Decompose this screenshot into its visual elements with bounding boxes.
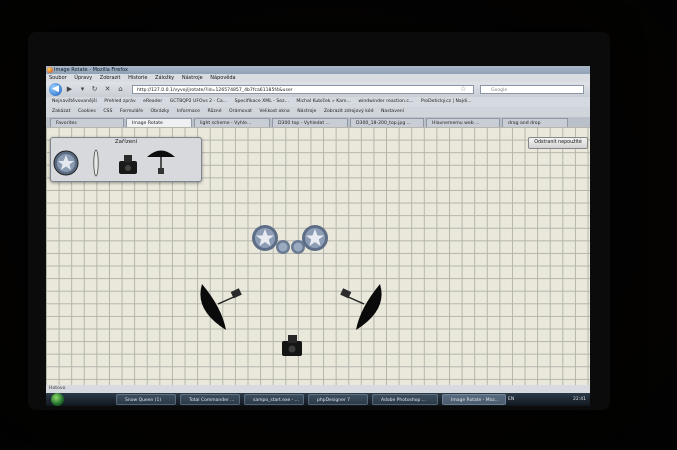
- search-input[interactable]: Google: [480, 85, 584, 94]
- umbrella-right[interactable]: [334, 282, 386, 332]
- windows-start-icon[interactable]: [51, 393, 64, 406]
- taskbar-item[interactable]: Snow Queen (1): [116, 394, 176, 405]
- reload-button[interactable]: ↻: [90, 85, 99, 94]
- bookmark-item[interactable]: Michal Kubíček » Kam...: [296, 99, 350, 104]
- taskbar-item[interactable]: Total Commander ...: [180, 394, 240, 405]
- devtool-item[interactable]: Cookies: [78, 109, 96, 114]
- menu-edit[interactable]: Úpravy: [74, 75, 92, 81]
- home-icon: ⌂: [118, 85, 123, 93]
- devtool-item[interactable]: Různé: [207, 109, 221, 114]
- menu-view[interactable]: Zobrazit: [100, 75, 121, 81]
- devtool-item[interactable]: Zakázat: [52, 109, 70, 114]
- taskbar-item[interactable]: sampo_start.exe - ...: [244, 394, 304, 405]
- address-bar[interactable]: http://127.0.0.1/vyvoj/jrotate/?id=12657…: [132, 85, 474, 94]
- umbrella-left[interactable]: [196, 282, 248, 332]
- browser-window: Image Rotate - Mozilla Firefox Soubor Úp…: [46, 66, 590, 406]
- remove-unused-button[interactable]: Odstranit nepoužité: [528, 137, 588, 149]
- bookmarks-toolbar: Nejnavštěvovanější Přehled zpráv eReader…: [46, 97, 590, 107]
- windows-taskbar: Snow Queen (1) Total Commander ... sampo…: [46, 393, 590, 406]
- navigation-toolbar: ◀ ▶ ▾ ↻ ✕ ⌂ http://127.0.0.1/vyvoj/jrota…: [46, 82, 590, 97]
- tab-web[interactable]: Hlavnememu web ...: [426, 118, 500, 127]
- devtool-item[interactable]: Orámovat: [229, 109, 252, 114]
- panel-title: Zařízení: [114, 139, 138, 145]
- bookmark-item[interactable]: ProDetický.cz | Najdi...: [421, 99, 472, 104]
- firefox-icon: [47, 67, 53, 73]
- status-text: Hotovo: [49, 386, 66, 391]
- bookmark-item[interactable]: Nejnavštěvovanější: [52, 99, 97, 104]
- dropdown-button[interactable]: ▾: [78, 85, 87, 94]
- tab-d300-top[interactable]: D300 top - Vyhledat ...: [272, 118, 348, 127]
- status-bar: Hotovo: [46, 385, 590, 393]
- tab-drag-and-drop[interactable]: drag and drop: [502, 118, 568, 127]
- menu-bookmarks[interactable]: Záložky: [155, 75, 174, 81]
- devtool-item[interactable]: CSS: [103, 109, 112, 114]
- tab-bar: Favorites Image Rotate light scheme - Vy…: [46, 117, 590, 127]
- tab-light-scheme[interactable]: light scheme - Vyhle...: [194, 118, 270, 127]
- search-placeholder: Google: [491, 88, 508, 93]
- light-cluster[interactable]: [251, 222, 329, 258]
- window-title: Image Rotate - Mozilla Firefox: [54, 67, 128, 73]
- softbox-right[interactable]: [302, 225, 328, 251]
- umbrella-device[interactable]: [147, 150, 175, 175]
- chevron-down-icon: ▾: [80, 85, 85, 93]
- menu-history[interactable]: Historie: [128, 75, 147, 81]
- tab-favorites[interactable]: Favorites: [50, 118, 124, 127]
- bookmark-item[interactable]: GCT8QP2 UFOvs 2 - Ca...: [170, 99, 227, 104]
- star-icon[interactable]: ☆: [460, 85, 466, 94]
- softbox-device[interactable]: [53, 150, 79, 176]
- language-indicator[interactable]: EN: [508, 394, 514, 405]
- devtool-item[interactable]: Informace: [177, 109, 200, 114]
- forward-button[interactable]: ▶: [65, 85, 74, 94]
- tab-d300-jpg[interactable]: D300_18-200_top.jpg ...: [350, 118, 424, 127]
- bookmark-item[interactable]: Přehled zpráv: [104, 99, 135, 104]
- camera-device[interactable]: [119, 155, 137, 174]
- device-palette: [53, 149, 175, 177]
- menu-tools[interactable]: Nástroje: [182, 75, 203, 81]
- camera-object[interactable]: [280, 333, 304, 359]
- home-button[interactable]: ⌂: [116, 85, 125, 94]
- back-button[interactable]: ◀: [49, 83, 62, 96]
- web-developer-toolbar: Zakázat Cookies CSS Formuláře Obrázky In…: [46, 107, 590, 117]
- devtool-item[interactable]: Zobrazit zdrojový kód: [324, 109, 374, 114]
- bookmark-item[interactable]: eReader: [143, 99, 162, 104]
- tab-image-rotate[interactable]: Image Rotate: [126, 118, 192, 127]
- devtool-item[interactable]: Nastavení: [381, 109, 404, 114]
- devtool-item[interactable]: Nástroje: [297, 109, 316, 114]
- forward-arrow-icon: ▶: [66, 85, 73, 93]
- devtool-item[interactable]: Obrázky: [151, 109, 170, 114]
- reload-icon: ↻: [91, 85, 98, 93]
- canvas-grid[interactable]: Zařízení Odstranit nepoužité: [46, 127, 590, 385]
- menu-bar: Soubor Úpravy Zobrazit Historie Záložky …: [46, 74, 590, 82]
- small-ball-1[interactable]: [276, 240, 290, 254]
- close-icon: ✕: [104, 85, 111, 93]
- taskbar-item[interactable]: Adobe Photoshop ...: [372, 394, 438, 405]
- bookmark-item[interactable]: Specifikace XML - Sez...: [235, 99, 289, 104]
- reflector-device[interactable]: [93, 149, 99, 177]
- device-panel: Zařízení: [50, 137, 202, 182]
- title-bar: Image Rotate - Mozilla Firefox: [46, 66, 590, 74]
- menu-help[interactable]: Nápověda: [210, 75, 235, 81]
- devtool-item[interactable]: Velikost okna: [259, 109, 289, 114]
- taskbar-item-active[interactable]: Image Rotate - Moz...: [442, 394, 506, 405]
- devtool-item[interactable]: Formuláře: [120, 109, 143, 114]
- taskbar-item[interactable]: phpDesigner 7: [308, 394, 368, 405]
- softbox-left[interactable]: [252, 225, 278, 251]
- back-arrow-icon: ◀: [52, 84, 59, 94]
- menu-file[interactable]: Soubor: [49, 75, 67, 81]
- bookmark-item[interactable]: windwinder reaction.c...: [358, 99, 413, 104]
- stop-button[interactable]: ✕: [103, 85, 112, 94]
- clock[interactable]: 22:41: [573, 394, 586, 405]
